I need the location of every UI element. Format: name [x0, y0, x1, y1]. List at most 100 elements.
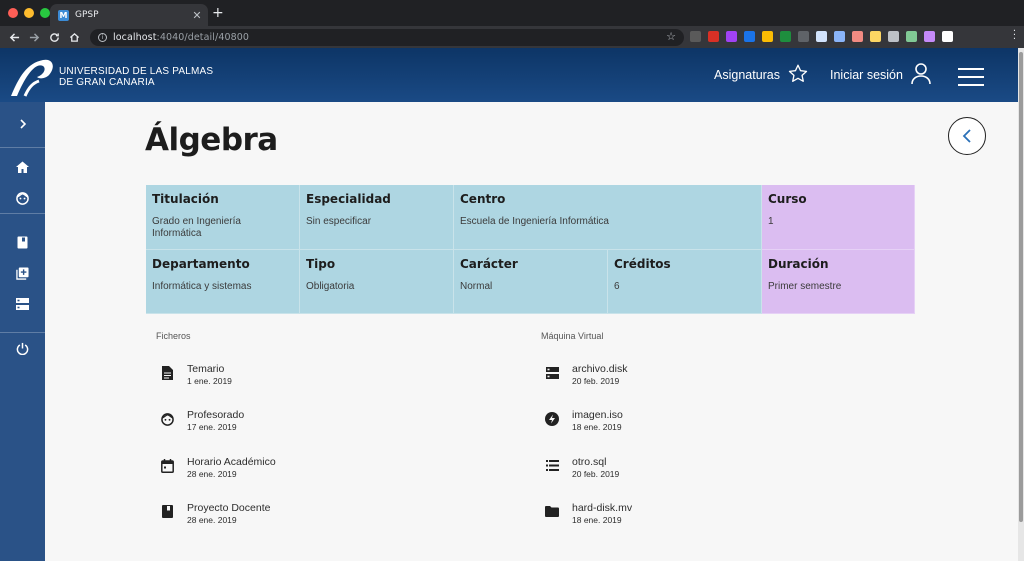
- book-icon: [160, 505, 174, 519]
- subject-details-grid: Titulación Grado en Ingeniería Informáti…: [146, 185, 915, 314]
- address-bar[interactable]: i localhost:4040/detail/40800 ☆: [90, 29, 684, 46]
- logo-line-2: DE GRAN CANARIA: [59, 77, 155, 88]
- face-icon[interactable]: [0, 185, 45, 211]
- chevron-left-icon: [962, 129, 971, 143]
- cell-value: Sin especificar: [306, 216, 372, 227]
- document-icon: [160, 366, 174, 380]
- back-button[interactable]: [948, 117, 986, 155]
- browser-extension-icon[interactable]: [942, 31, 953, 42]
- file-name: hard-disk.mv: [572, 501, 633, 514]
- file-item[interactable]: hard-disk.mv 18 ene. 2019: [531, 502, 632, 532]
- menu-hamburger-icon[interactable]: [958, 68, 984, 92]
- cell-tipo: Tipo Obligatoria: [300, 250, 454, 314]
- cell-heading: Créditos: [614, 257, 671, 271]
- cell-heading: Departamento: [152, 257, 250, 271]
- user-icon: [911, 62, 931, 88]
- file-name: otro.sql: [572, 455, 607, 468]
- file-name: Proyecto Docente: [187, 501, 271, 514]
- browser-extension-icon[interactable]: [924, 31, 935, 42]
- file-date: 18 ene. 2019: [572, 514, 622, 525]
- browser-extension-icon[interactable]: [888, 31, 899, 42]
- file-item[interactable]: Horario Académico 28 ene. 2019: [146, 456, 276, 486]
- cell-value: 1: [768, 216, 774, 227]
- file-text: Temario 1 ene. 2019: [187, 363, 232, 386]
- browser-extension-icon[interactable]: [780, 31, 791, 42]
- cell-value: 6: [614, 281, 620, 292]
- cell-heading: Duración: [768, 257, 829, 271]
- close-window-button[interactable]: [8, 8, 18, 18]
- book-icon[interactable]: [0, 229, 45, 255]
- browser-tab[interactable]: M GPSP ✕: [50, 4, 208, 26]
- home-icon[interactable]: [66, 29, 82, 45]
- file-item[interactable]: archivo.disk 20 feb. 2019: [531, 363, 627, 393]
- page-title: Álgebra: [145, 122, 278, 158]
- browser-menu-icon[interactable]: · · ·: [1013, 27, 1016, 45]
- scrollbar-thumb[interactable]: [1019, 52, 1023, 522]
- cell-curso: Curso 1: [762, 185, 915, 250]
- file-name: Horario Académico: [187, 455, 276, 468]
- cell-heading: Centro: [460, 192, 506, 206]
- logo-text: UNIVERSIDAD DE LAS PALMAS DE GRAN CANARI…: [59, 66, 213, 88]
- file-text: imagen.iso 18 ene. 2019: [572, 409, 623, 432]
- calendar-icon: [160, 458, 174, 473]
- browser-extension-icon[interactable]: [690, 31, 701, 42]
- power-icon[interactable]: [0, 335, 45, 361]
- browser-extension-icon[interactable]: [744, 31, 755, 42]
- tab-close-icon[interactable]: ✕: [190, 9, 204, 22]
- browser-extension-icon[interactable]: [726, 31, 737, 42]
- reload-icon[interactable]: [46, 29, 62, 45]
- sidebar-divider: [0, 213, 45, 214]
- file-date: 28 ene. 2019: [187, 514, 237, 525]
- login-label: Iniciar sesión: [830, 68, 903, 82]
- add-box-icon[interactable]: [0, 260, 45, 286]
- minimize-window-button[interactable]: [24, 8, 34, 18]
- file-item[interactable]: Temario 1 ene. 2019: [146, 363, 232, 393]
- browser-toolbar: i localhost:4040/detail/40800 ☆ · · ·: [0, 26, 1024, 48]
- cell-value: Obligatoria: [306, 281, 355, 292]
- page-scrollbar[interactable]: [1018, 48, 1024, 561]
- browser-extension-icon[interactable]: [870, 31, 881, 42]
- face-icon: [160, 412, 174, 426]
- university-logo[interactable]: UNIVERSIDAD DE LAS PALMAS DE GRAN CANARI…: [9, 57, 213, 97]
- cell-heading: Tipo: [306, 257, 336, 271]
- site-info-icon[interactable]: i: [98, 33, 107, 42]
- cell-heading: Titulación: [152, 192, 219, 206]
- cell-caracter: Carácter Normal: [454, 250, 608, 314]
- file-text: Horario Académico 28 ene. 2019: [187, 456, 276, 479]
- cell-creditos: Créditos 6: [608, 250, 762, 314]
- url-host: localhost: [113, 32, 157, 43]
- bolt-icon: [545, 412, 559, 427]
- login-link[interactable]: Iniciar sesión: [830, 48, 931, 102]
- cell-departamento: Departamento Informática y sistemas: [146, 250, 300, 314]
- browser-extension-icon[interactable]: [708, 31, 719, 42]
- back-arrow-icon[interactable]: [6, 29, 22, 45]
- home-icon[interactable]: [0, 154, 45, 180]
- file-text: Proyecto Docente 28 ene. 2019: [187, 502, 270, 525]
- file-item[interactable]: otro.sql 20 feb. 2019: [531, 456, 619, 486]
- browser-extension-icon[interactable]: [816, 31, 827, 42]
- browser-extension-icon[interactable]: [834, 31, 845, 42]
- file-item[interactable]: Profesorado 17 ene. 2019: [146, 409, 244, 439]
- storage-icon[interactable]: [0, 291, 45, 317]
- folder-icon: [545, 505, 559, 519]
- cell-value: Informática y sistemas: [152, 281, 252, 292]
- browser-extension-icon[interactable]: [762, 31, 773, 42]
- file-item[interactable]: imagen.iso 18 ene. 2019: [531, 409, 623, 439]
- browser-extension-icon[interactable]: [852, 31, 863, 42]
- bookmark-star-icon[interactable]: ☆: [666, 30, 676, 43]
- cell-titulacion: Titulación Grado en Ingeniería Informáti…: [146, 185, 300, 250]
- expand-sidebar-icon[interactable]: [0, 111, 45, 137]
- subjects-link[interactable]: Asignaturas: [714, 48, 808, 102]
- maximize-window-button[interactable]: [40, 8, 50, 18]
- file-text: hard-disk.mv 18 ene. 2019: [572, 502, 632, 525]
- new-tab-icon[interactable]: +: [212, 5, 224, 21]
- browser-extension-icon[interactable]: [906, 31, 917, 42]
- cell-value: Escuela de Ingeniería Informática: [460, 216, 609, 227]
- file-name: archivo.disk: [572, 363, 628, 375]
- sidebar-divider: [0, 332, 45, 333]
- forward-arrow-icon[interactable]: [26, 29, 42, 45]
- files-section-label: Ficheros: [156, 331, 191, 341]
- university-logo-icon: [11, 59, 53, 97]
- file-item[interactable]: Proyecto Docente 28 ene. 2019: [146, 502, 270, 532]
- browser-extension-icon[interactable]: [798, 31, 809, 42]
